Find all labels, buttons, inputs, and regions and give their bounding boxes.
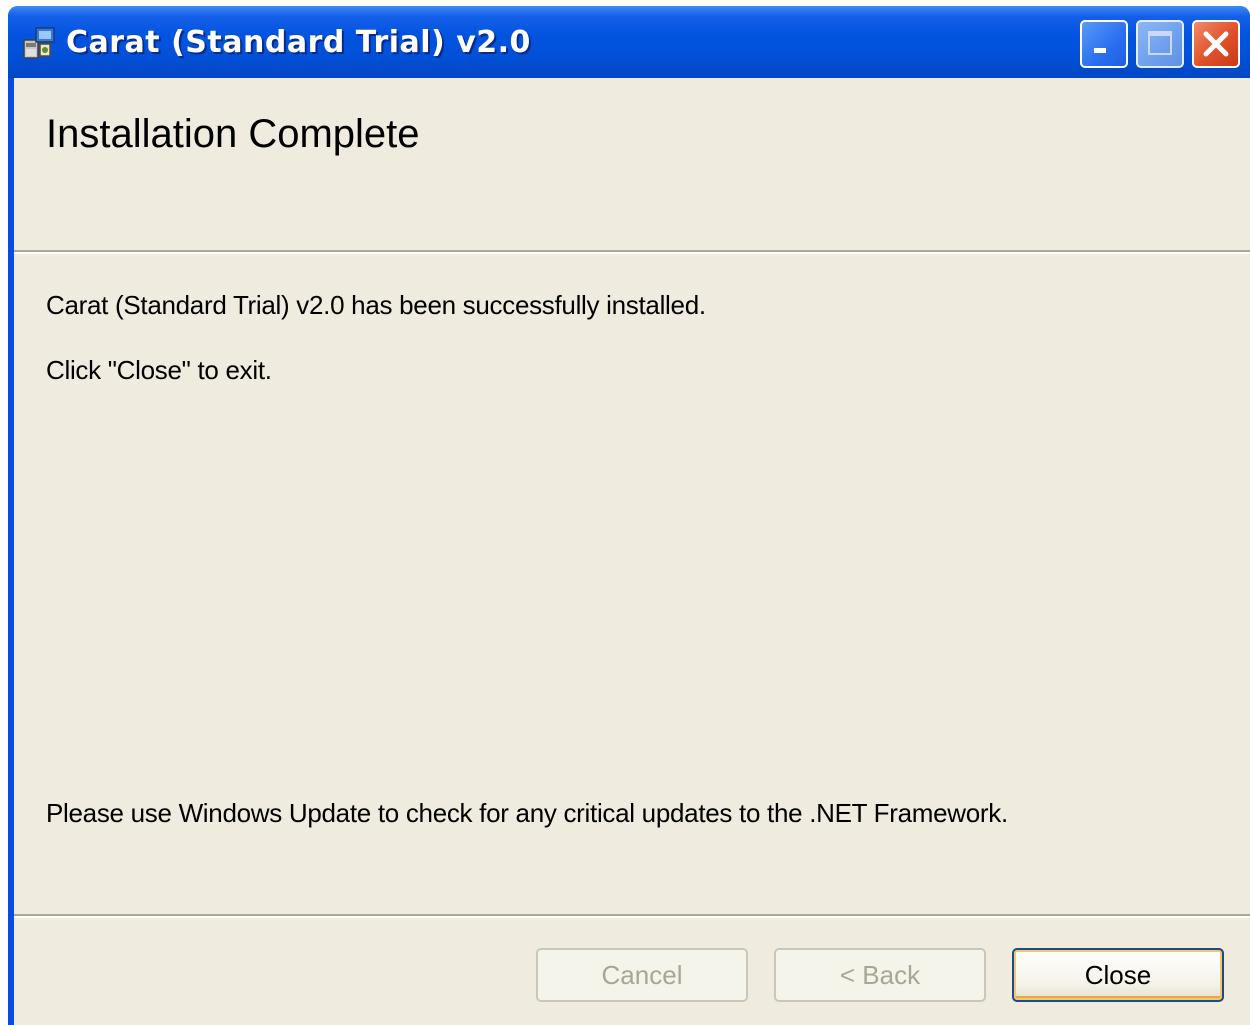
close-icon — [1203, 31, 1229, 57]
back-button: < Back — [774, 948, 986, 1002]
maximize-button — [1136, 20, 1184, 68]
installer-window: Carat (Standard Trial) v2.0 Installation… — [8, 6, 1250, 1025]
header-divider — [14, 250, 1250, 254]
title-bar[interactable]: Carat (Standard Trial) v2.0 — [8, 6, 1250, 78]
window-title: Carat (Standard Trial) v2.0 — [66, 25, 531, 60]
header-panel: Installation Complete — [14, 78, 1250, 250]
maximize-icon — [1148, 31, 1172, 55]
success-message: Carat (Standard Trial) v2.0 has been suc… — [46, 290, 706, 320]
cancel-button: Cancel — [536, 948, 748, 1002]
page-title: Installation Complete — [46, 112, 420, 156]
minimize-button[interactable] — [1080, 20, 1128, 68]
minimize-icon — [1094, 48, 1106, 53]
update-notice: Please use Windows Update to check for a… — [46, 798, 1008, 828]
dialog-client-area: Installation Complete Carat (Standard Tr… — [14, 78, 1250, 1025]
footer-divider — [14, 914, 1250, 918]
installer-icon — [22, 26, 56, 60]
exit-instruction: Click "Close" to exit. — [46, 355, 272, 385]
close-window-button[interactable] — [1192, 20, 1240, 68]
close-button[interactable]: Close — [1012, 948, 1224, 1002]
